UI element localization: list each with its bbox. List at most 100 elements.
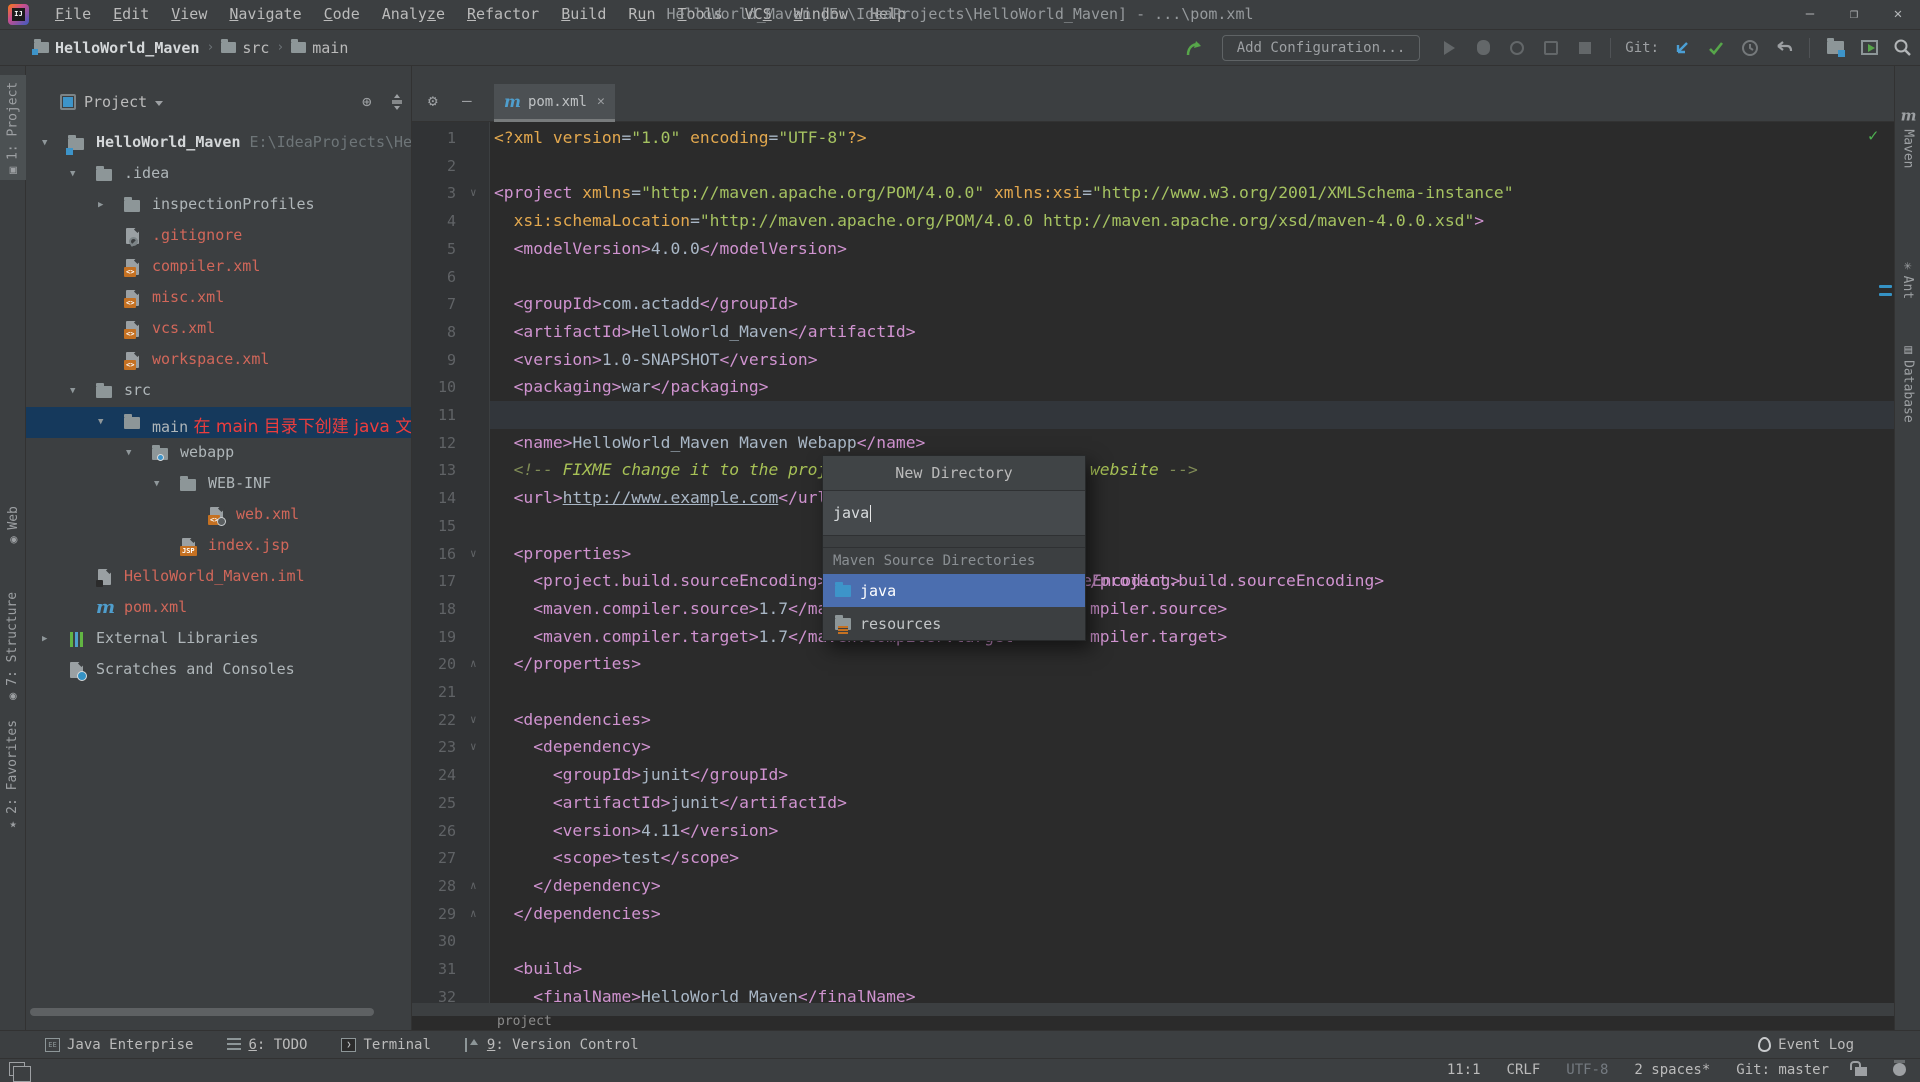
menu-vcs[interactable]: VCS [734,0,783,29]
tree-row-web-inf[interactable]: ▼WEB-INF [26,469,412,500]
code-line-18: 18 <maven.compiler.source>1.7</maven.com… [412,595,1894,623]
menu-file[interactable]: File [44,0,102,29]
tree-row-pom-xml[interactable]: mpom.xml [26,593,412,624]
profiler-icon[interactable] [1539,36,1563,60]
xml-badge: <> [124,267,136,277]
tree-row--idea[interactable]: ▼.idea [26,159,412,190]
menu-build[interactable]: Build [550,0,617,29]
tree-row-workspace-xml[interactable]: <>workspace.xml [26,345,412,376]
menu-navigate[interactable]: Navigate [218,0,312,29]
tree-row-webapp[interactable]: ▼webapp [26,438,412,469]
menu-refactor[interactable]: Refactor [456,0,550,29]
expanded-arrow-icon[interactable]: ▼ [98,417,103,427]
caret-position[interactable]: 11:1 [1447,1062,1481,1078]
collapsed-arrow-icon[interactable]: ▶ [98,200,103,210]
maximize-button[interactable]: ❐ [1832,0,1876,29]
tree-row-vcs-xml[interactable]: <>vcs.xml [26,314,412,345]
menu-code[interactable]: Code [313,0,371,29]
expanded-arrow-icon[interactable]: ▼ [42,138,47,148]
tab-pom-xml[interactable]: m pom.xml ✕ [494,84,615,122]
menu-view[interactable]: View [160,0,218,29]
stripe-item----project[interactable]: ▣1: Project [0,75,26,180]
menu-tools[interactable]: Tools [666,0,733,29]
menu-analyze[interactable]: Analyze [371,0,456,29]
history-icon[interactable] [1738,36,1762,60]
tree-row-external-libraries[interactable]: ▶External Libraries [26,624,412,655]
stripe-item-database[interactable]: ▤Database [1895,322,1920,447]
toolwindow-button-terminal[interactable]: ❯Terminal [341,1037,430,1053]
hide-panel-icon[interactable]: — [462,93,472,109]
breadcrumb-item[interactable]: main [291,39,348,57]
toolwindow-button----version-control[interactable]: 9: Version Control [465,1037,639,1053]
expanded-arrow-icon[interactable]: ▼ [70,386,75,396]
inspections-ok-icon[interactable]: ✓ [1868,126,1878,146]
panel-horizontal-scrollbar[interactable] [30,1008,374,1016]
project-view-selector[interactable]: Project [60,93,163,111]
editor-tab-bar: ⚙ — m pom.xml ✕ [412,84,1894,122]
tree-row-src[interactable]: ▼src [26,376,412,407]
rollback-icon[interactable] [1772,36,1796,60]
editor-breadcrumb[interactable]: project [412,1016,1894,1030]
minimize-button[interactable]: – [1788,0,1832,29]
file-encoding[interactable]: UTF-8 [1566,1062,1608,1078]
breadcrumb-item[interactable]: HelloWorld_Maven [34,39,200,57]
git-update-icon[interactable] [1670,36,1694,60]
tree-row-main[interactable]: ▼main 在 main 目录下创建 java 文件夹 [26,407,412,438]
event-log-button[interactable]: Event Log [1758,1037,1854,1053]
menu-edit[interactable]: Edit [102,0,160,29]
stripe-item-web[interactable]: ◉Web [0,478,26,570]
git-commit-icon[interactable] [1704,36,1728,60]
run-icon[interactable] [1437,36,1461,60]
gear-icon[interactable]: ⚙ [428,93,438,109]
debug-icon[interactable] [1471,36,1495,60]
coverage-icon[interactable] [1505,36,1529,60]
menu-run[interactable]: Run [617,0,666,29]
recent-locations-icon[interactable] [1823,36,1847,60]
git-branch[interactable]: Git: master [1736,1062,1829,1078]
menu-help[interactable]: Help [859,0,917,29]
popup-item-resources[interactable]: resources [823,607,1085,640]
folder-icon [96,386,112,398]
code-line-13: 13 <!-- FIXME change it to the project's… [412,456,1894,484]
search-everywhere-icon[interactable] [1891,36,1915,60]
tree-row-index-jsp[interactable]: JSPindex.jsp [26,531,412,562]
tree-row-helloworld-maven-iml[interactable]: HelloWorld_Maven.iml [26,562,412,593]
popup-item-java[interactable]: java [823,574,1085,607]
toolwindow-button----todo[interactable]: 6: TODO [227,1037,307,1053]
hector-inspector-icon[interactable] [1893,1063,1906,1076]
tree-row-compiler-xml[interactable]: <>compiler.xml [26,252,412,283]
toolwindow-button-java-enterprise[interactable]: EEJava Enterprise [45,1037,193,1053]
collapsed-arrow-icon[interactable]: ▶ [42,634,47,644]
line-separator[interactable]: CRLF [1507,1062,1541,1078]
maven-file-icon: m [504,92,521,111]
directory-name-input[interactable]: java [823,491,1085,536]
toolwindow-toggle-icon[interactable] [9,1062,25,1076]
stop-icon[interactable] [1573,36,1597,60]
menu-window[interactable]: Window [783,0,859,29]
expanded-arrow-icon[interactable]: ▼ [70,169,75,179]
tree-row-helloworld-maven[interactable]: ▼HelloWorld_Maven E:\IdeaProjects\HelloW… [26,128,412,159]
close-button[interactable]: ✕ [1876,0,1920,29]
breadcrumb-item[interactable]: src [221,39,269,57]
iml-badge [96,580,103,587]
tree-row-web-xml[interactable]: <>web.xml [26,500,412,531]
add-configuration-button[interactable]: Add Configuration... [1222,35,1421,61]
expanded-arrow-icon[interactable]: ▼ [126,448,131,458]
tree-row-misc-xml[interactable]: <>misc.xml [26,283,412,314]
stripe-item----favorites[interactable]: ★2: Favorites [0,712,26,834]
expanded-arrow-icon[interactable]: ▼ [154,479,159,489]
tree-row--gitignore[interactable]: .gitignore [26,221,412,252]
close-tab-icon[interactable]: ✕ [597,94,605,109]
locate-file-icon[interactable]: ⊕ [362,94,372,110]
indent-setting[interactable]: 2 spaces* [1634,1062,1710,1078]
stripe-item----structure[interactable]: ◉7: Structure [0,585,26,705]
tree-row-inspectionprofiles[interactable]: ▶inspectionProfiles [26,190,412,221]
stripe-item-maven[interactable]: mMaven [1895,85,1920,190]
tree-row-scratches-and-consoles[interactable]: Scratches and Consoles [26,655,412,686]
code-editor[interactable]: 1<?xml version="1.0" encoding="UTF-8"?>2… [412,122,1894,1003]
terminal-window-icon[interactable] [1857,36,1881,60]
lock-icon[interactable] [1855,1067,1867,1076]
maven-reimport-icon[interactable] [1181,36,1205,60]
collapse-all-icon[interactable] [390,94,404,110]
stripe-item-ant[interactable]: ✳Ant [1895,240,1920,320]
